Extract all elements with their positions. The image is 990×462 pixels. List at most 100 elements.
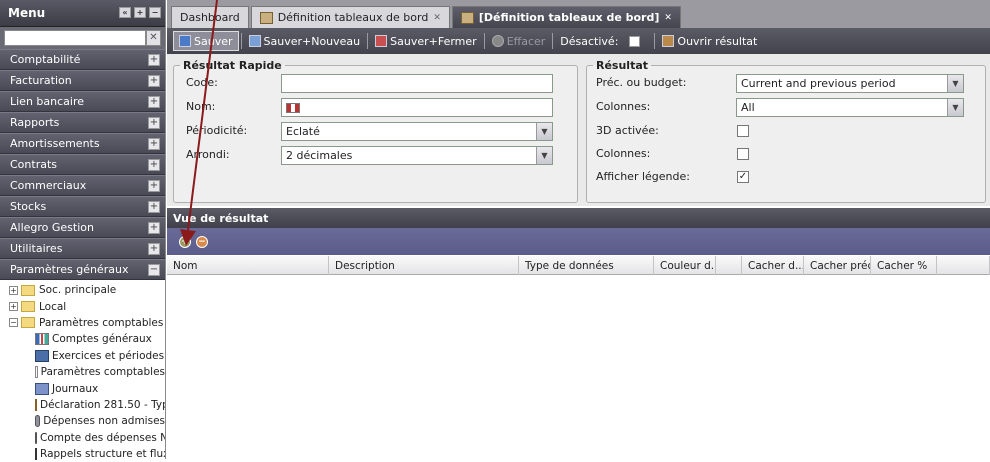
tree-label: Journaux: [52, 382, 99, 395]
code-input[interactable]: [281, 74, 553, 93]
settings-tree: + Soc. principale + Local − Paramètres comp…: [0, 280, 165, 462]
col-hide-d[interactable]: Cacher d...: [742, 256, 804, 275]
expand-all-icon[interactable]: +: [134, 7, 146, 18]
tab-dashboard[interactable]: Dashboard: [171, 6, 249, 28]
col-hide-percent[interactable]: Cacher %: [871, 256, 937, 275]
clear-search-icon[interactable]: ✕: [146, 30, 161, 46]
tree-node-local[interactable]: + Local: [0, 298, 165, 314]
save-close-button[interactable]: Sauver+Fermer: [370, 35, 482, 48]
close-icon[interactable]: ✕: [664, 13, 672, 23]
disabled-checkbox[interactable]: [629, 35, 641, 47]
dashboard-def-icon: [460, 11, 474, 24]
expand-icon[interactable]: +: [148, 201, 160, 213]
expand-icon[interactable]: +: [9, 285, 18, 295]
name-label: Nom:: [186, 100, 216, 113]
col-blank[interactable]: [716, 256, 742, 275]
expand-icon[interactable]: +: [148, 159, 160, 171]
tree-leaf-journaux[interactable]: Journaux: [0, 380, 165, 396]
period-value: Eclaté: [286, 125, 320, 138]
menu-cat-utilitaires[interactable]: Utilitaires +: [0, 238, 165, 259]
collapse-icon[interactable]: −: [148, 264, 160, 276]
tree-leaf-declaration[interactable]: Déclaration 281.50 - Type: [0, 397, 165, 413]
chevron-down-icon[interactable]: ▼: [536, 147, 552, 164]
tree-leaf-rappels[interactable]: Rappels structure et flux: [0, 446, 165, 462]
save-icon: [179, 35, 191, 47]
remove-row-icon[interactable]: −: [196, 235, 208, 248]
tree-leaf-comptes-generaux[interactable]: Comptes généraux: [0, 331, 165, 347]
tree-label: Déclaration 281.50 - Type: [40, 398, 165, 411]
add-row-icon[interactable]: +: [179, 235, 191, 248]
close-icon[interactable]: ✕: [433, 13, 441, 23]
menu-cat-lien-bancaire[interactable]: Lien bancaire +: [0, 91, 165, 112]
expand-icon[interactable]: +: [148, 75, 160, 87]
delete-button[interactable]: Effacer: [487, 35, 551, 48]
name-input[interactable]: [281, 98, 553, 117]
menu-cat-rapports[interactable]: Rapports +: [0, 112, 165, 133]
chevron-down-icon[interactable]: ▼: [536, 123, 552, 140]
columns2-checkbox[interactable]: [737, 148, 749, 160]
show-legend-checkbox[interactable]: ✓: [737, 171, 749, 183]
tree-node-parametres-comptables[interactable]: − Paramètres comptables: [0, 315, 165, 331]
menu-header: Menu « + −: [0, 0, 165, 27]
menu-cat-label: Allegro Gestion: [10, 221, 94, 234]
menu-cat-label: Commerciaux: [10, 179, 87, 192]
toolbar-separator: [483, 33, 485, 49]
col-description[interactable]: Description: [329, 256, 519, 275]
tab-definition[interactable]: Définition tableaux de bord ✕: [250, 6, 450, 28]
expand-icon[interactable]: +: [148, 180, 160, 192]
tree-label: Rappels structure et flux: [40, 448, 165, 461]
chevron-down-icon[interactable]: ▼: [947, 75, 963, 92]
tree-leaf-depenses-non-admises[interactable]: Dépenses non admises: [0, 413, 165, 429]
toolbar: Sauver Sauver+Nouveau Sauver+Fermer Effa…: [167, 28, 990, 54]
tab-definition-active[interactable]: [Définition tableaux de bord] ✕: [451, 6, 681, 28]
menu-cat-stocks[interactable]: Stocks +: [0, 196, 165, 217]
menu-cat-allegro-gestion[interactable]: Allegro Gestion +: [0, 217, 165, 238]
period-select[interactable]: Eclaté ▼: [281, 122, 553, 141]
col-color[interactable]: Couleur d...: [654, 256, 716, 275]
tree-label: Local: [39, 300, 67, 313]
col-name[interactable]: Nom: [167, 256, 329, 275]
budget-select[interactable]: Current and previous period ▼: [736, 74, 964, 93]
3d-checkbox[interactable]: [737, 125, 749, 137]
expand-icon[interactable]: +: [148, 117, 160, 129]
menu-cat-amortissements[interactable]: Amortissements +: [0, 133, 165, 154]
expand-icon[interactable]: +: [148, 138, 160, 150]
columns2-label: Colonnes:: [596, 147, 651, 160]
expand-icon[interactable]: +: [9, 302, 18, 312]
structure-icon: [35, 448, 37, 461]
col-extra[interactable]: [937, 256, 990, 275]
menu-cat-comptabilite[interactable]: Comptabilité +: [0, 49, 165, 70]
save-button[interactable]: Sauver: [173, 31, 239, 51]
tree-leaf-exercices[interactable]: Exercices et périodes: [0, 348, 165, 364]
round-select[interactable]: 2 décimales ▼: [281, 146, 553, 165]
menu-search-input[interactable]: [4, 30, 146, 46]
menu-cat-facturation[interactable]: Facturation +: [0, 70, 165, 91]
result-view-toolbar: + −: [167, 228, 990, 255]
menu-cat-commerciaux[interactable]: Commerciaux +: [0, 175, 165, 196]
col-hide-prev[interactable]: Cacher préc.: [804, 256, 871, 275]
menu-cat-parametres-generaux[interactable]: Paramètres généraux −: [0, 259, 165, 280]
menu-cat-contrats[interactable]: Contrats +: [0, 154, 165, 175]
expand-icon[interactable]: +: [148, 222, 160, 234]
collapse-all-icon[interactable]: «: [119, 7, 131, 18]
columns-select[interactable]: All ▼: [736, 98, 964, 117]
collapse-icon[interactable]: −: [9, 318, 18, 328]
tree-leaf-compte-depenses[interactable]: Compte des dépenses N.: [0, 430, 165, 446]
save-close-label: Sauver+Fermer: [390, 34, 477, 48]
col-data-type[interactable]: Type de données: [519, 256, 654, 275]
period-label: Périodicité:: [186, 124, 248, 137]
tree-label: Soc. principale: [39, 284, 117, 297]
minimize-icon[interactable]: −: [149, 7, 161, 18]
round-value: 2 décimales: [286, 149, 353, 162]
expand-icon[interactable]: +: [148, 96, 160, 108]
expand-icon[interactable]: +: [148, 243, 160, 255]
expand-icon[interactable]: +: [148, 54, 160, 66]
menu-search: ✕: [0, 27, 165, 49]
language-flag-icon[interactable]: [286, 102, 300, 113]
save-new-button[interactable]: Sauver+Nouveau: [244, 35, 366, 48]
chevron-down-icon[interactable]: ▼: [947, 99, 963, 116]
tree-node-soc-principale[interactable]: + Soc. principale: [0, 282, 165, 298]
tab-label: Définition tableaux de bord: [277, 11, 429, 24]
tree-leaf-parametres-comptables[interactable]: Paramètres comptables: [0, 364, 165, 380]
open-result-button[interactable]: Ouvrir résultat: [657, 35, 762, 48]
